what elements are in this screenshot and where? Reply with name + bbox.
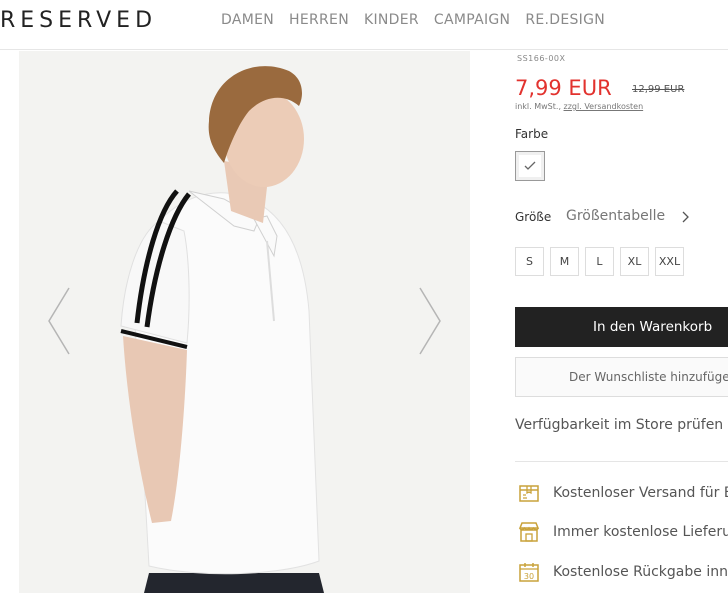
calendar-icon: 30 bbox=[515, 558, 543, 586]
color-swatch-white[interactable] bbox=[515, 151, 545, 181]
checkmark-icon bbox=[524, 161, 536, 170]
size-option-xl[interactable]: XL bbox=[620, 247, 649, 276]
size-chart-link[interactable]: Größentabelle bbox=[566, 208, 665, 224]
color-label: Farbe bbox=[515, 127, 549, 141]
size-option-m[interactable]: M bbox=[550, 247, 579, 276]
prev-image-arrow-icon[interactable] bbox=[47, 286, 71, 356]
nav-herren[interactable]: HERREN bbox=[289, 12, 349, 28]
benefit-text: Immer kostenlose Lieferung in den Store bbox=[553, 524, 728, 540]
size-option-s[interactable]: S bbox=[515, 247, 544, 276]
shipping-costs-link[interactable]: zzgl. Versandkosten bbox=[564, 102, 644, 111]
nav-redesign[interactable]: RE.DESIGN bbox=[525, 12, 605, 28]
delivery-box-icon bbox=[515, 479, 543, 507]
divider bbox=[515, 461, 728, 462]
product-image bbox=[19, 51, 470, 593]
product-price: 7,99 EUR bbox=[515, 76, 612, 100]
store-availability-link[interactable]: Verfügbarkeit im Store prüfen bbox=[515, 417, 723, 433]
benefit-text: Kostenloser Versand für Bestellungen bbox=[553, 485, 728, 501]
tax-note-text: inkl. MwSt., bbox=[515, 102, 564, 111]
nav-campaign[interactable]: CAMPAIGN bbox=[434, 12, 510, 28]
store-icon bbox=[515, 518, 543, 546]
benefit-free-returns: 30 Kostenlose Rückgabe innerhalb von 30 … bbox=[515, 558, 728, 586]
add-to-cart-button[interactable]: In den Warenkorb bbox=[515, 307, 728, 347]
nav-damen[interactable]: DAMEN bbox=[221, 12, 274, 28]
brand-logo[interactable]: RESERVED bbox=[0, 8, 157, 33]
product-photo bbox=[19, 51, 470, 593]
size-label: Größe bbox=[515, 210, 552, 224]
size-option-l[interactable]: L bbox=[585, 247, 614, 276]
nav-kinder[interactable]: KINDER bbox=[364, 12, 419, 28]
product-sku: SS166-00X bbox=[517, 54, 566, 63]
calendar-day-text: 30 bbox=[524, 572, 534, 581]
benefit-store-delivery: Immer kostenlose Lieferung in den Store bbox=[515, 518, 728, 546]
product-old-price: 12,99 EUR bbox=[632, 84, 685, 95]
main-nav: DAMEN HERREN KINDER CAMPAIGN RE.DESIGN bbox=[221, 12, 605, 28]
size-option-xxl[interactable]: XXL bbox=[655, 247, 684, 276]
size-options: S M L XL XXL bbox=[515, 247, 684, 276]
tax-note: inkl. MwSt., zzgl. Versandkosten bbox=[515, 102, 643, 111]
size-row: Größe Größentabelle bbox=[515, 208, 728, 228]
next-image-arrow-icon[interactable] bbox=[418, 286, 442, 356]
color-swatch-inner bbox=[519, 155, 541, 177]
product-details: SS166-00X 7,99 EUR 12,99 EUR inkl. MwSt.… bbox=[515, 51, 728, 593]
benefit-text: Kostenlose Rückgabe innerhalb von 30 Tag… bbox=[553, 564, 728, 580]
chevron-right-icon[interactable] bbox=[682, 211, 690, 223]
add-to-wishlist-button[interactable]: Der Wunschliste hinzufügen bbox=[515, 357, 728, 397]
benefit-free-shipping: Kostenloser Versand für Bestellungen bbox=[515, 479, 728, 507]
site-header: RESERVED DAMEN HERREN KINDER CAMPAIGN RE… bbox=[0, 0, 728, 50]
